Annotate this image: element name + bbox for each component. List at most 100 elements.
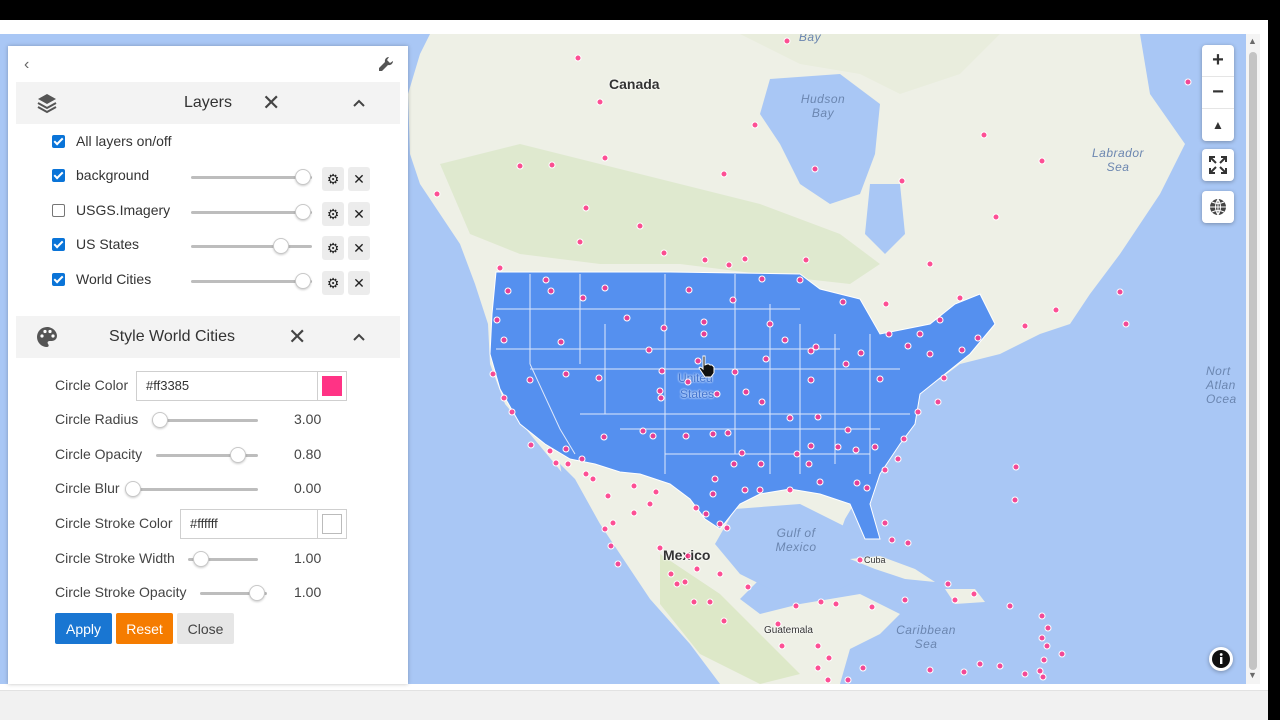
city-point[interactable] xyxy=(885,330,893,338)
zoom-in-button[interactable]: + xyxy=(1202,45,1234,77)
city-point[interactable] xyxy=(1012,463,1020,471)
circle-color-swatch[interactable] xyxy=(317,371,347,401)
remove-button-us-states[interactable]: ✕ xyxy=(348,236,370,260)
city-point[interactable] xyxy=(756,486,764,494)
city-point[interactable] xyxy=(832,600,840,608)
city-point[interactable] xyxy=(796,276,804,284)
city-point[interactable] xyxy=(976,660,984,668)
city-point[interactable] xyxy=(1122,320,1130,328)
city-point[interactable] xyxy=(730,460,738,468)
layers-section-header[interactable]: Layers ✕ xyxy=(16,82,400,124)
back-icon[interactable]: ‹ xyxy=(24,56,29,74)
city-point[interactable] xyxy=(693,565,701,573)
city-point[interactable] xyxy=(526,376,534,384)
city-point[interactable] xyxy=(673,580,681,588)
city-point[interactable] xyxy=(816,478,824,486)
city-point[interactable] xyxy=(700,318,708,326)
city-point[interactable] xyxy=(630,509,638,517)
city-point[interactable] xyxy=(951,596,959,604)
all-layers-checkbox[interactable] xyxy=(52,135,65,148)
city-point[interactable] xyxy=(793,450,801,458)
opacity-slider-world-cities[interactable] xyxy=(191,271,312,291)
city-point[interactable] xyxy=(500,336,508,344)
city-point[interactable] xyxy=(562,370,570,378)
city-point[interactable] xyxy=(527,441,535,449)
city-point[interactable] xyxy=(744,583,752,591)
city-point[interactable] xyxy=(657,394,665,402)
opacity-slider-background[interactable] xyxy=(191,167,312,187)
city-point[interactable] xyxy=(516,162,524,170)
city-point[interactable] xyxy=(1052,306,1060,314)
settings-button-background[interactable]: ⚙ xyxy=(322,167,344,191)
city-point[interactable] xyxy=(1006,602,1014,610)
stroke-opacity-slider[interactable] xyxy=(200,583,267,603)
style-collapse-icon[interactable] xyxy=(352,332,366,342)
city-point[interactable] xyxy=(639,427,647,435)
city-point[interactable] xyxy=(738,449,746,457)
city-point[interactable] xyxy=(596,98,604,106)
city-point[interactable] xyxy=(970,590,978,598)
city-point[interactable] xyxy=(723,524,731,532)
city-point[interactable] xyxy=(926,350,934,358)
city-point[interactable] xyxy=(876,375,884,383)
remove-button-background[interactable]: ✕ xyxy=(348,167,370,191)
city-point[interactable] xyxy=(562,445,570,453)
city-point[interactable] xyxy=(871,443,879,451)
layer-checkbox-background[interactable] xyxy=(52,169,65,182)
city-point[interactable] xyxy=(709,490,717,498)
city-point[interactable] xyxy=(684,378,692,386)
city-point[interactable] xyxy=(552,459,560,467)
city-point[interactable] xyxy=(758,275,766,283)
close-button[interactable]: Close xyxy=(177,613,234,644)
city-point[interactable] xyxy=(956,294,964,302)
city-point[interactable] xyxy=(1036,667,1044,675)
slider-knob[interactable] xyxy=(295,169,311,185)
city-point[interactable] xyxy=(660,249,668,257)
slider-knob[interactable] xyxy=(193,551,209,567)
city-point[interactable] xyxy=(692,504,700,512)
city-point[interactable] xyxy=(839,298,847,306)
city-point[interactable] xyxy=(1021,670,1029,678)
city-point[interactable] xyxy=(601,525,609,533)
city-point[interactable] xyxy=(1058,650,1066,658)
city-point[interactable] xyxy=(863,484,871,492)
city-point[interactable] xyxy=(607,542,615,550)
fullscreen-button[interactable] xyxy=(1202,149,1234,181)
city-point[interactable] xyxy=(802,256,810,264)
city-point[interactable] xyxy=(684,552,692,560)
city-point[interactable] xyxy=(1038,157,1046,165)
scroll-up-icon[interactable]: ▲ xyxy=(1248,36,1257,46)
style-close-icon[interactable]: ✕ xyxy=(288,324,306,350)
city-point[interactable] xyxy=(725,261,733,269)
city-point[interactable] xyxy=(859,664,867,672)
city-point[interactable] xyxy=(604,492,612,500)
city-point[interactable] xyxy=(936,316,944,324)
city-point[interactable] xyxy=(564,460,572,468)
remove-button-world-cities[interactable]: ✕ xyxy=(348,271,370,295)
wrench-icon[interactable] xyxy=(378,56,394,72)
city-point[interactable] xyxy=(614,560,622,568)
city-point[interactable] xyxy=(711,475,719,483)
city-point[interactable] xyxy=(853,479,861,487)
city-point[interactable] xyxy=(914,408,922,416)
city-point[interactable] xyxy=(623,314,631,322)
city-point[interactable] xyxy=(649,432,657,440)
page-scrollbar[interactable]: ▲ ▼ xyxy=(1246,34,1260,684)
city-point[interactable] xyxy=(751,121,759,129)
city-point[interactable] xyxy=(811,165,819,173)
city-point[interactable] xyxy=(433,190,441,198)
city-point[interactable] xyxy=(856,556,864,564)
city-point[interactable] xyxy=(852,446,860,454)
settings-button-usgs-imagery[interactable]: ⚙ xyxy=(322,202,344,226)
city-point[interactable] xyxy=(576,238,584,246)
city-point[interactable] xyxy=(781,336,789,344)
city-point[interactable] xyxy=(1043,642,1051,650)
city-point[interactable] xyxy=(582,204,590,212)
city-point[interactable] xyxy=(574,54,582,62)
circle-opacity-slider[interactable] xyxy=(156,445,258,465)
city-point[interactable] xyxy=(814,413,822,421)
city-point[interactable] xyxy=(489,370,497,378)
slider-knob[interactable] xyxy=(295,204,311,220)
city-point[interactable] xyxy=(844,426,852,434)
city-point[interactable] xyxy=(807,376,815,384)
